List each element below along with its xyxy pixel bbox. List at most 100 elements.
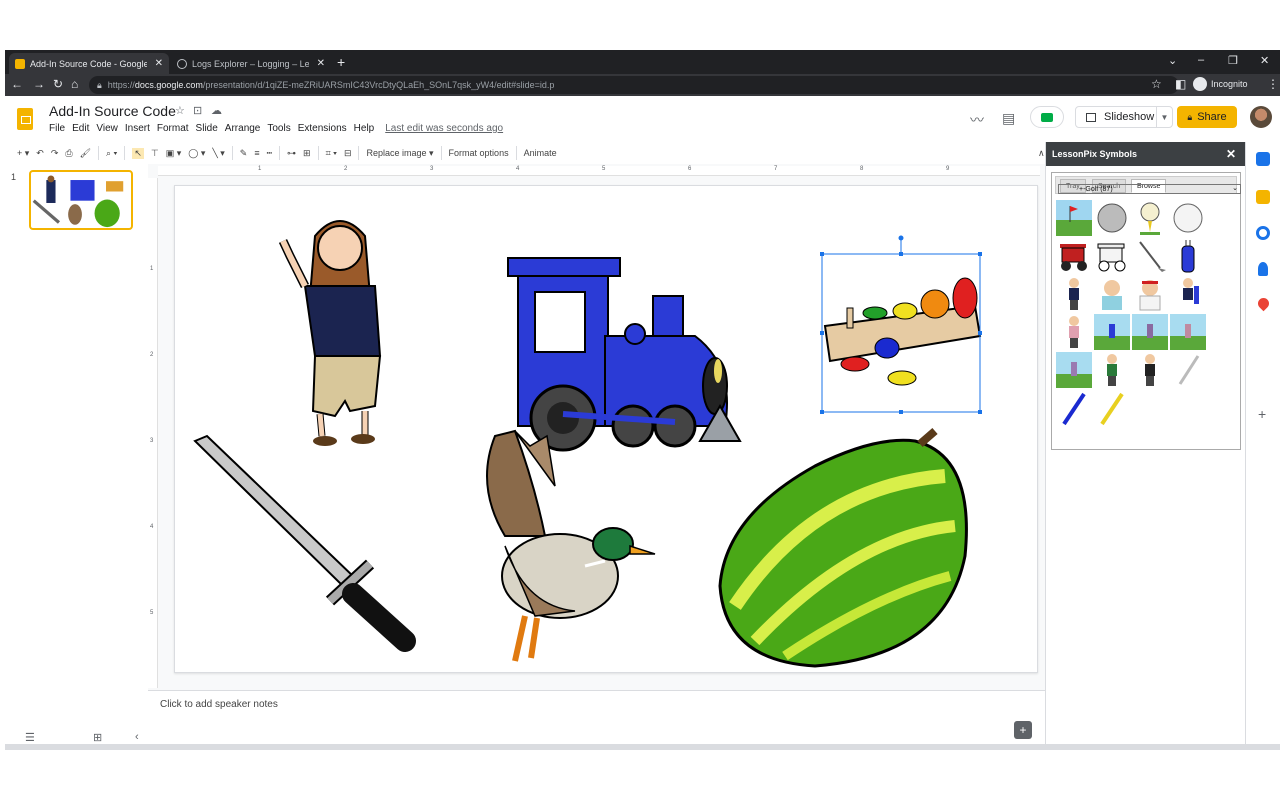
shape-icon[interactable]: ◯ ▾ xyxy=(188,148,205,159)
menu-extensions[interactable]: Extensions xyxy=(298,123,347,134)
format-options-button[interactable]: Format options xyxy=(449,148,509,158)
slideshow-button[interactable]: Slideshow ▼ xyxy=(1075,106,1173,128)
last-edit-link[interactable]: Last edit was seconds ago xyxy=(385,123,503,134)
green-gourd-image[interactable] xyxy=(718,427,968,668)
menu-edit[interactable]: Edit xyxy=(72,123,89,134)
undo-icon[interactable]: ↶ xyxy=(36,148,44,159)
add-comment-icon[interactable]: ⊞ xyxy=(303,148,311,159)
slides-logo-icon[interactable] xyxy=(17,108,33,130)
cloud-status-icon[interactable]: ☁ xyxy=(211,104,222,117)
menu-file[interactable]: File xyxy=(49,123,65,134)
menu-tools[interactable]: Tools xyxy=(267,123,290,134)
golf-tee-white-icon[interactable] xyxy=(1170,352,1206,388)
grid-view-icon[interactable]: ⊞ xyxy=(93,731,102,744)
ring-stacker-toy-image[interactable] xyxy=(823,277,982,386)
border-color-icon[interactable]: ✎ xyxy=(240,148,248,159)
filmstrip-view-icon[interactable]: ☰ xyxy=(25,731,35,744)
reload-icon[interactable]: ↻ xyxy=(53,77,63,91)
address-bar[interactable]: 🔒︎ https:// docs.google.com /presentatio… xyxy=(89,76,1179,94)
incognito-indicator[interactable]: Incognito xyxy=(1193,77,1248,91)
tab-slides[interactable]: Add-In Source Code - Google Sli ✕ xyxy=(9,53,169,74)
window-close-icon[interactable]: ✕ xyxy=(1260,54,1269,67)
golfer-swing-3-icon[interactable] xyxy=(1170,314,1206,350)
menu-view[interactable]: View xyxy=(96,123,118,134)
browser-menu-icon[interactable]: ⋮ xyxy=(1267,77,1279,91)
menu-arrange[interactable]: Arrange xyxy=(225,123,261,134)
document-title[interactable]: Add-In Source Code xyxy=(49,103,176,119)
golf-bag-icon[interactable] xyxy=(1170,238,1206,274)
menu-slide[interactable]: Slide xyxy=(196,123,218,134)
golfer-red-cap-icon[interactable] xyxy=(1132,276,1168,312)
close-icon[interactable]: ✕ xyxy=(155,58,163,69)
speaker-notes[interactable]: Click to add speaker notes + xyxy=(148,690,1045,750)
golf-tee-yellow-icon[interactable] xyxy=(1094,390,1130,426)
sword-image[interactable] xyxy=(193,434,416,652)
home-icon[interactable]: ⌂ xyxy=(71,77,78,91)
back-icon[interactable]: ← xyxy=(11,77,23,91)
tasks-icon[interactable] xyxy=(1256,226,1270,240)
golfer-walking-icon[interactable] xyxy=(1094,352,1130,388)
star-icon[interactable]: ☆ xyxy=(175,104,185,117)
calendar-icon[interactable] xyxy=(1256,152,1270,166)
vertical-ruler[interactable]: 1 2 3 4 5 xyxy=(148,178,158,688)
golf-green-icon[interactable] xyxy=(1056,200,1092,236)
image-icon[interactable]: ▣ ▾ xyxy=(166,148,182,159)
get-add-ons-icon[interactable]: + xyxy=(1258,406,1266,422)
golfer-bag-blue-icon[interactable] xyxy=(1170,276,1206,312)
mallard-duck-image[interactable] xyxy=(486,429,656,662)
avatar[interactable] xyxy=(1250,106,1272,128)
border-dash-icon[interactable]: ┅ xyxy=(267,148,272,159)
golfer-with-bag-icon[interactable] xyxy=(1056,276,1092,312)
contacts-icon[interactable] xyxy=(1258,262,1268,276)
image-options-icon[interactable]: ⊟ xyxy=(344,148,352,159)
text-box-icon[interactable]: ⊤ xyxy=(151,148,159,159)
crop-icon[interactable]: ⌗ ▾ xyxy=(326,148,337,159)
bookmark-star-icon[interactable]: ☆ xyxy=(1151,77,1162,91)
golfer-swing-2-icon[interactable] xyxy=(1132,314,1168,350)
horizontal-ruler[interactable]: 1 2 3 4 5 6 7 8 9 xyxy=(158,166,1040,176)
paint-format-icon[interactable]: 🖌︎ xyxy=(80,148,91,159)
collapse-toolbar-icon[interactable]: ∧ xyxy=(1038,148,1045,159)
golfer-pink-icon[interactable] xyxy=(1056,314,1092,350)
activity-trend-icon[interactable]: 〰 xyxy=(970,110,984,130)
close-icon[interactable]: ✕ xyxy=(1226,147,1236,161)
share-button[interactable]: 🔒︎ Share xyxy=(1177,106,1237,128)
golf-cart-red-icon[interactable] xyxy=(1056,238,1092,274)
blue-train-image[interactable] xyxy=(507,257,742,452)
forward-icon[interactable]: → xyxy=(33,77,45,91)
zoom-icon[interactable]: ⌕ ▾ xyxy=(106,148,117,159)
side-panel-icon[interactable]: ◧ xyxy=(1175,77,1186,91)
slideshow-dropdown-icon[interactable]: ▼ xyxy=(1156,107,1172,127)
keep-icon[interactable] xyxy=(1256,190,1270,204)
menu-format[interactable]: Format xyxy=(157,123,189,134)
golf-club-icon[interactable] xyxy=(1132,238,1168,274)
minimize-icon[interactable]: – xyxy=(1198,54,1204,66)
maps-icon[interactable] xyxy=(1255,295,1272,312)
slide-canvas[interactable] xyxy=(174,185,1038,673)
speaker-notes-placeholder[interactable]: Click to add speaker notes xyxy=(160,699,278,710)
golfer-swing-4-icon[interactable] xyxy=(1056,352,1092,388)
category-select[interactable]: +-Golf (87) ⌄ xyxy=(1058,184,1241,194)
golf-ball-on-tee-icon[interactable] xyxy=(1132,200,1168,236)
new-slide-icon[interactable]: + ▾ xyxy=(17,148,29,159)
meet-button[interactable] xyxy=(1030,106,1064,128)
explore-button[interactable]: + xyxy=(1014,721,1032,739)
print-icon[interactable]: ⎙ xyxy=(65,148,72,159)
golf-tee-blue-icon[interactable] xyxy=(1056,390,1092,426)
tab-search-icon[interactable]: ⌄ xyxy=(1168,54,1177,67)
line-icon[interactable]: ╲ ▾ xyxy=(212,148,224,159)
replace-image-button[interactable]: Replace image ▾ xyxy=(366,148,433,159)
border-weight-icon[interactable]: ≡ xyxy=(254,148,259,158)
new-tab-icon[interactable]: + xyxy=(337,54,345,70)
golf-cart-white-icon[interactable] xyxy=(1094,238,1130,274)
tab-logs[interactable]: Logs Explorer – Logging – Lesso ✕ xyxy=(171,53,331,74)
animate-button[interactable]: Animate xyxy=(524,148,557,158)
link-icon[interactable]: ⊶ xyxy=(287,148,296,159)
golfer-carrying-icon[interactable] xyxy=(1132,352,1168,388)
collapse-filmstrip-icon[interactable]: ‹ xyxy=(135,731,139,743)
comments-icon[interactable]: ▤ xyxy=(1002,110,1015,127)
golfer-visor-icon[interactable] xyxy=(1094,276,1130,312)
golf-ball-icon[interactable] xyxy=(1094,200,1130,236)
close-icon[interactable]: ✕ xyxy=(317,58,325,69)
slide-thumbnail[interactable] xyxy=(29,170,133,230)
